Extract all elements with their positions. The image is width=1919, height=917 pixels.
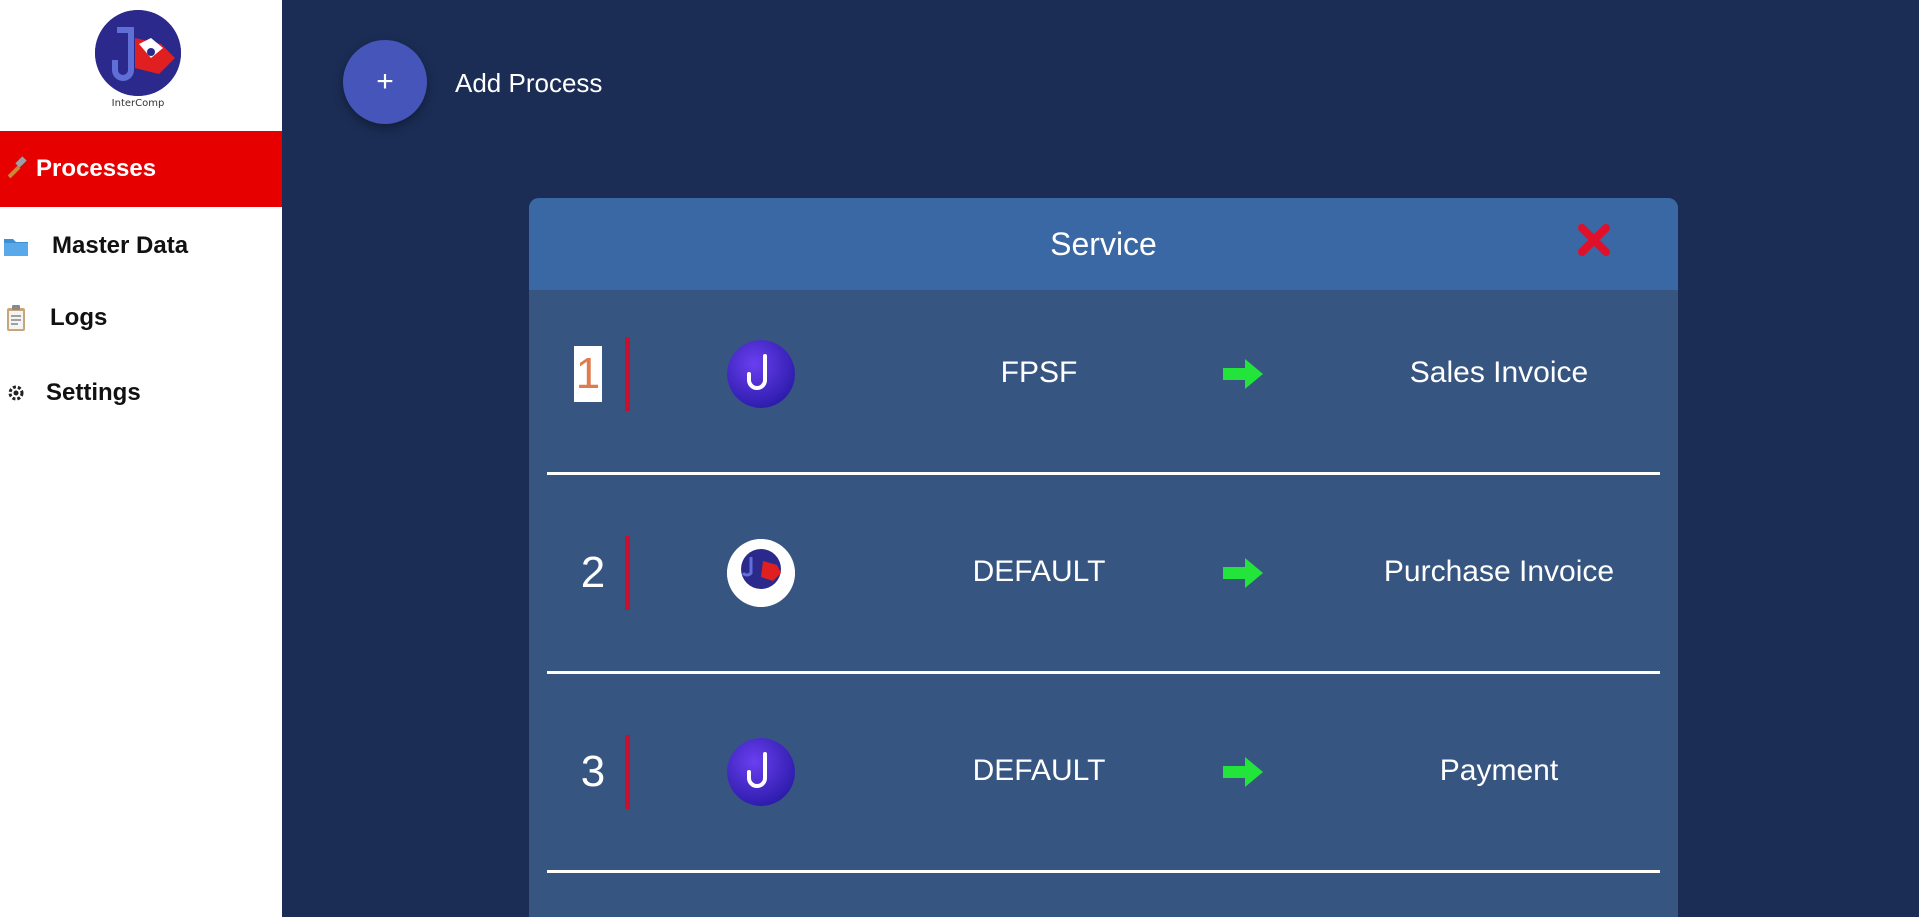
sidebar-item-label: Processes [36,155,157,182]
clipboard-icon [0,304,36,332]
sidebar-item-processes[interactable]: Processes [0,131,282,207]
add-process-button[interactable]: + [343,40,427,124]
plus-icon: + [376,65,394,98]
panel-title: Service [1050,225,1157,262]
row-number: 2 [580,548,606,597]
logo-text: InterComp [111,98,165,109]
sidebar-item-label: Logs [50,304,108,331]
process-row[interactable]: 1 FPSF Sales Invoice [529,290,1678,490]
sidebar-item-settings[interactable]: Settings [0,355,282,431]
sidebar-item-label: Master Data [52,232,189,259]
row-separator [547,472,1660,475]
row-separator [547,870,1660,873]
source-label: FPSF [1000,356,1078,389]
target-label: Purchase Invoice [1383,555,1615,588]
sidebar-item-label: Settings [46,379,141,406]
row-divider-bar [625,337,630,411]
add-process-label[interactable]: Add Process [455,68,602,99]
sidebar-item-master-data[interactable]: Master Data [0,208,282,284]
intercomp-logo-icon [95,10,181,96]
j-logo-icon [727,738,795,806]
target-label: Sales Invoice [1409,356,1589,389]
row-number: 1 [574,346,602,402]
service-panel: Service 1 FPSF Sales Invoice 2 DEFAULT P… [529,198,1678,917]
process-row[interactable]: 3 DEFAULT Payment [529,688,1678,888]
hammer-icon [0,156,36,182]
sidebar-item-logs[interactable]: Logs [0,280,282,356]
row-separator [547,671,1660,674]
folder-icon [0,235,36,257]
gear-icon [0,383,36,403]
source-label: DEFAULT [972,555,1106,588]
intercomp-logo-icon [727,539,795,607]
arrow-right-icon [1221,556,1265,590]
row-divider-bar [625,536,630,610]
row-divider-bar [625,735,630,809]
target-label: Payment [1439,754,1559,787]
row-number: 3 [580,747,606,796]
arrow-right-icon [1221,755,1265,789]
panel-header: Service [529,198,1678,290]
arrow-right-icon [1221,357,1265,391]
process-row[interactable]: 2 DEFAULT Purchase Invoice [529,489,1678,689]
j-logo-icon [727,340,795,408]
sidebar: InterComp Processes Master Data Logs Set… [0,0,282,917]
source-label: DEFAULT [972,754,1106,787]
app-logo: InterComp [94,10,182,118]
close-icon[interactable] [1576,222,1612,258]
